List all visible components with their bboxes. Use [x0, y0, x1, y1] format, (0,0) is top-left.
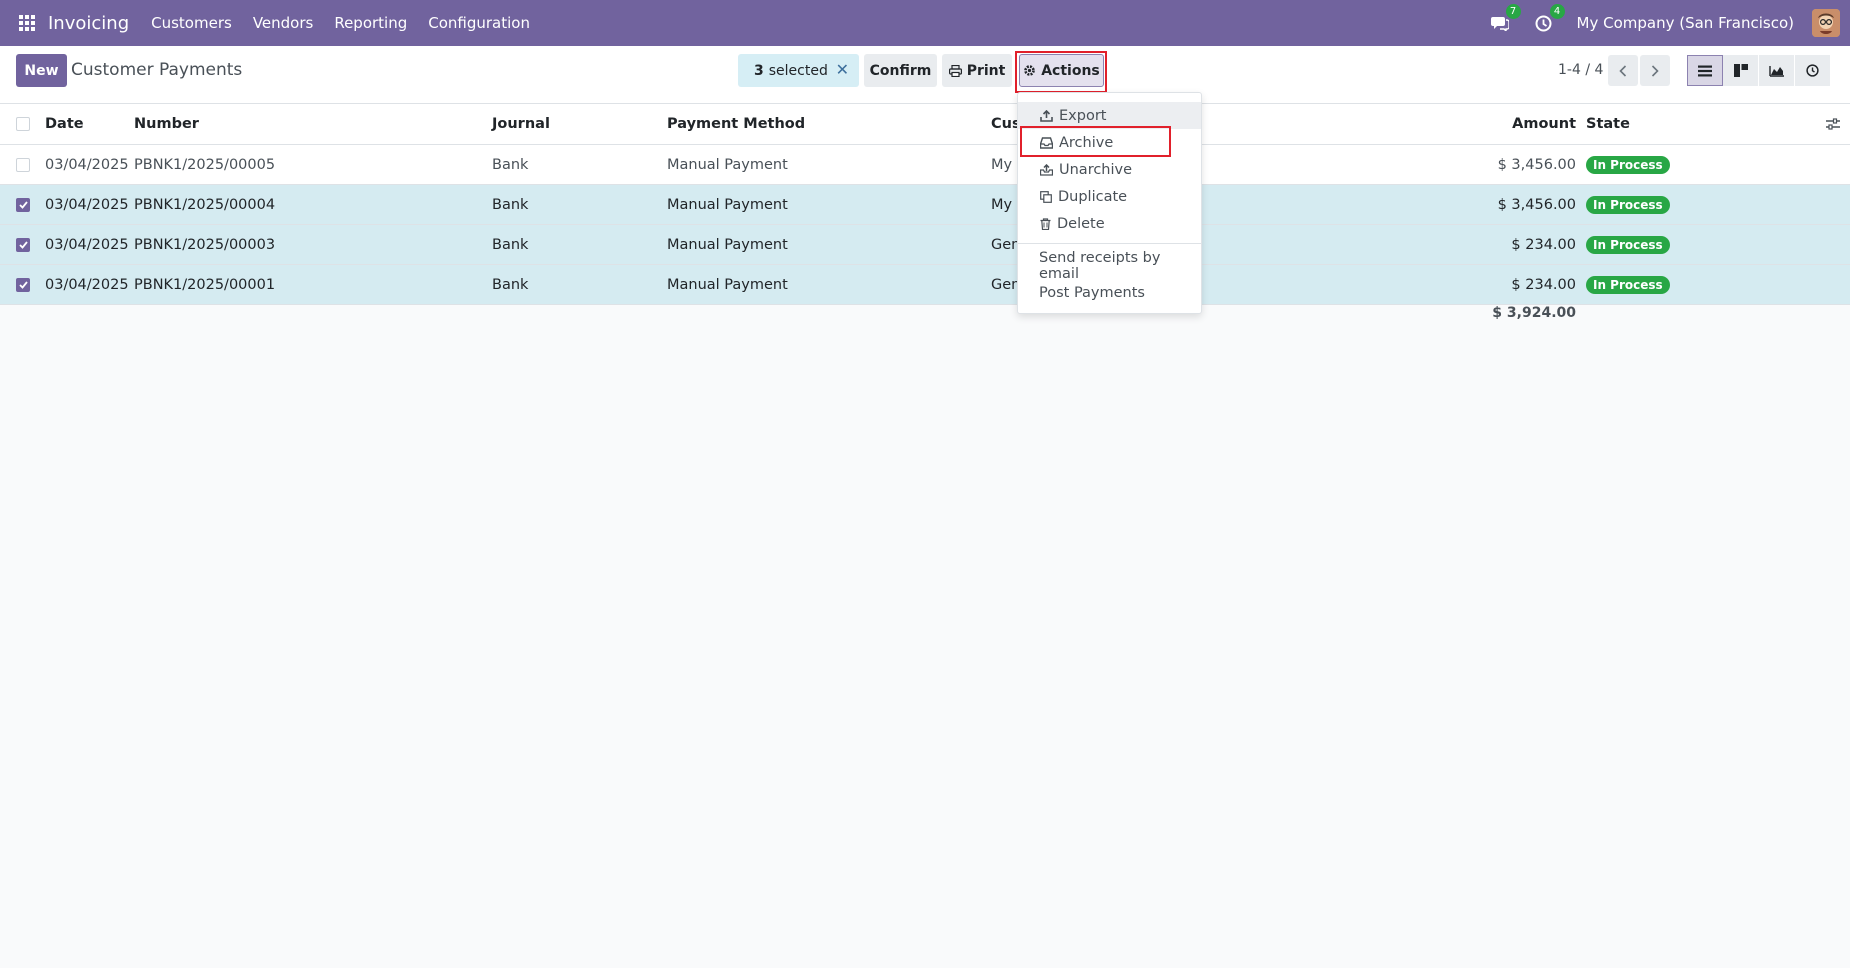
select-all-checkbox[interactable] — [16, 104, 30, 144]
cell-date: 03/04/2025 — [45, 236, 129, 253]
payments-table: Date Number Journal Payment Method Custo… — [0, 104, 1850, 305]
confirm-button[interactable]: Confirm — [864, 54, 937, 87]
messages-icon[interactable]: 7 — [1489, 4, 1521, 34]
actions-highlight-box — [1015, 51, 1107, 93]
cell-payment-method: Manual Payment — [667, 196, 788, 213]
view-switcher — [1687, 55, 1831, 86]
cell-date: 03/04/2025 — [45, 276, 129, 293]
kanban-view-button[interactable] — [1723, 55, 1759, 86]
optional-columns-icon[interactable] — [1826, 104, 1840, 144]
column-date[interactable]: Date — [45, 104, 84, 144]
table-row[interactable]: 03/04/2025 PBNK1/2025/00005 Bank Manual … — [0, 145, 1850, 185]
activity-view-button[interactable] — [1795, 55, 1831, 86]
amount-total: $ 3,924.00 — [1492, 305, 1576, 321]
navbar-right: 7 4 My Company (San Francisco) — [1489, 0, 1850, 46]
pager-previous-button[interactable] — [1608, 55, 1638, 86]
print-button[interactable]: Print — [942, 54, 1012, 87]
column-state[interactable]: State — [1586, 104, 1630, 144]
top-navbar: Invoicing Customers Vendors Reporting Co… — [0, 0, 1850, 46]
control-panel: New Customer Payments 3 selected ✕ Confi… — [0, 46, 1850, 104]
menu-item-export[interactable]: Export — [1018, 102, 1201, 129]
new-button[interactable]: New — [16, 54, 67, 87]
chevron-left-icon — [1619, 64, 1627, 77]
user-avatar[interactable] — [1812, 9, 1840, 37]
cell-number: PBNK1/2025/00004 — [134, 196, 276, 213]
table-row[interactable]: 03/04/2025 PBNK1/2025/00004 Bank Manual … — [0, 185, 1850, 225]
clear-selection-icon[interactable]: ✕ — [836, 60, 849, 79]
cell-payment-method: Manual Payment — [667, 276, 788, 293]
chevron-right-icon — [1651, 64, 1659, 77]
menu-item-unarchive[interactable]: Unarchive — [1018, 156, 1201, 183]
row-checkbox[interactable] — [16, 185, 30, 224]
cell-journal: Bank — [492, 236, 529, 253]
cell-journal: Bank — [492, 196, 529, 213]
cell-amount: $ 3,456.00 — [1497, 156, 1576, 173]
pager-value[interactable]: 1-4 / 4 — [1558, 62, 1603, 78]
menu-item-delete[interactable]: Delete — [1018, 210, 1201, 237]
page-title: Customer Payments — [71, 60, 243, 80]
cell-amount: $ 234.00 — [1511, 236, 1576, 253]
status-badge: In Process — [1586, 155, 1670, 174]
menu-vendors[interactable]: Vendors — [253, 14, 314, 32]
column-payment-method[interactable]: Payment Method — [667, 104, 805, 144]
table-row[interactable]: 03/04/2025 PBNK1/2025/00001 Bank Manual … — [0, 265, 1850, 305]
menu-divider — [1018, 243, 1201, 244]
selected-count: 3 — [754, 62, 764, 79]
cell-amount: $ 3,456.00 — [1497, 196, 1576, 213]
company-switcher[interactable]: My Company (San Francisco) — [1577, 14, 1794, 32]
copy-icon — [1040, 190, 1052, 203]
trash-icon — [1040, 217, 1051, 230]
apps-grid-icon[interactable] — [18, 14, 36, 32]
cell-journal: Bank — [492, 276, 529, 293]
cell-date: 03/04/2025 — [45, 156, 129, 173]
selected-label: selected — [768, 62, 828, 79]
row-checkbox[interactable] — [16, 225, 30, 264]
pager-next-button[interactable] — [1640, 55, 1670, 86]
clock-icon — [1806, 64, 1819, 77]
menu-item-duplicate[interactable]: Duplicate — [1018, 183, 1201, 210]
export-icon — [1040, 109, 1053, 122]
selection-indicator: 3 selected ✕ — [738, 54, 859, 87]
menu-reporting[interactable]: Reporting — [334, 14, 407, 32]
cell-number: PBNK1/2025/00005 — [134, 156, 276, 173]
kanban-icon — [1733, 64, 1748, 77]
printer-icon — [948, 64, 962, 77]
menu-item-send-receipts[interactable]: Send receipts by email — [1018, 250, 1201, 282]
list-icon — [1698, 65, 1712, 76]
activity-clock-icon[interactable]: 4 — [1533, 4, 1565, 34]
row-checkbox[interactable] — [16, 145, 30, 184]
cell-journal: Bank — [492, 156, 529, 173]
area-chart-icon — [1769, 65, 1784, 77]
unarchive-icon — [1040, 163, 1053, 176]
row-checkbox[interactable] — [16, 265, 30, 304]
cell-amount: $ 234.00 — [1511, 276, 1576, 293]
cell-payment-method: Manual Payment — [667, 156, 788, 173]
cell-date: 03/04/2025 — [45, 196, 129, 213]
table-header: Date Number Journal Payment Method Custo… — [0, 104, 1850, 145]
status-badge: In Process — [1586, 275, 1670, 294]
menu-customers[interactable]: Customers — [151, 14, 232, 32]
column-number[interactable]: Number — [134, 104, 199, 144]
status-badge: In Process — [1586, 195, 1670, 214]
list-view-button[interactable] — [1687, 55, 1723, 86]
print-label: Print — [966, 62, 1006, 79]
menu-configuration[interactable]: Configuration — [428, 14, 530, 32]
cell-state: In Process — [1586, 145, 1670, 184]
table-row[interactable]: 03/04/2025 PBNK1/2025/00003 Bank Manual … — [0, 225, 1850, 265]
cell-state: In Process — [1586, 185, 1670, 224]
status-badge: In Process — [1586, 235, 1670, 254]
graph-view-button[interactable] — [1759, 55, 1795, 86]
app-brand[interactable]: Invoicing — [48, 13, 129, 34]
cell-state: In Process — [1586, 225, 1670, 264]
column-journal[interactable]: Journal — [492, 104, 550, 144]
cell-state: In Process — [1586, 265, 1670, 304]
cell-number: PBNK1/2025/00001 — [134, 276, 276, 293]
menu-item-post-payments[interactable]: Post Payments — [1018, 279, 1201, 306]
activities-count-badge: 4 — [1549, 4, 1565, 19]
column-amount[interactable]: Amount — [1512, 104, 1576, 144]
messages-count-badge: 7 — [1505, 4, 1521, 19]
cell-number: PBNK1/2025/00003 — [134, 236, 276, 253]
cell-payment-method: Manual Payment — [667, 236, 788, 253]
archive-highlight-box — [1020, 126, 1171, 157]
